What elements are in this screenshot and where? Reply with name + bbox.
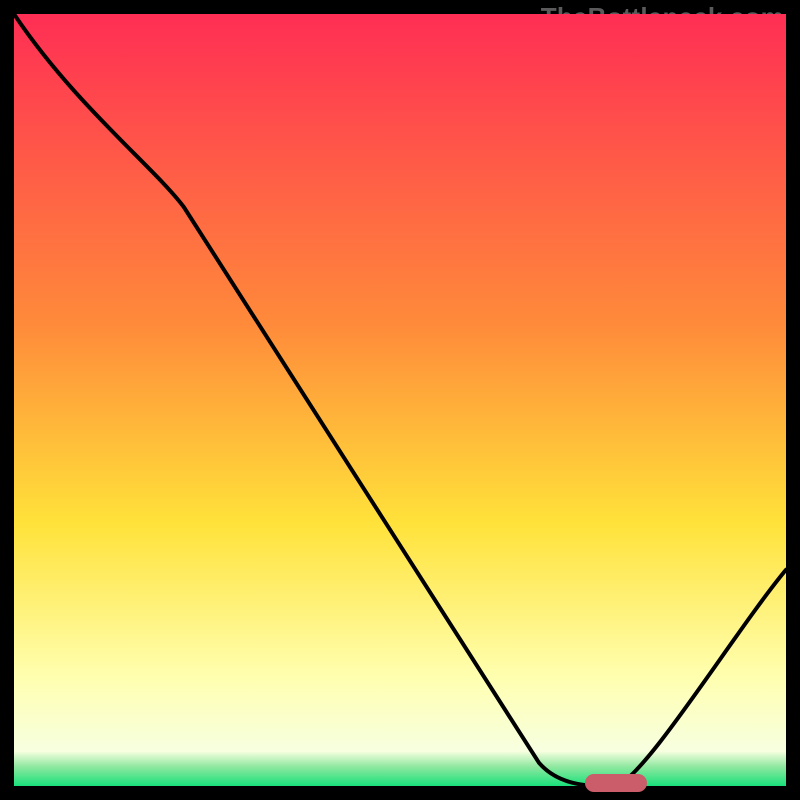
gradient-rect xyxy=(14,14,786,786)
chart-svg xyxy=(14,14,786,786)
optimal-marker-pill xyxy=(585,774,647,792)
plot-area xyxy=(14,14,786,786)
